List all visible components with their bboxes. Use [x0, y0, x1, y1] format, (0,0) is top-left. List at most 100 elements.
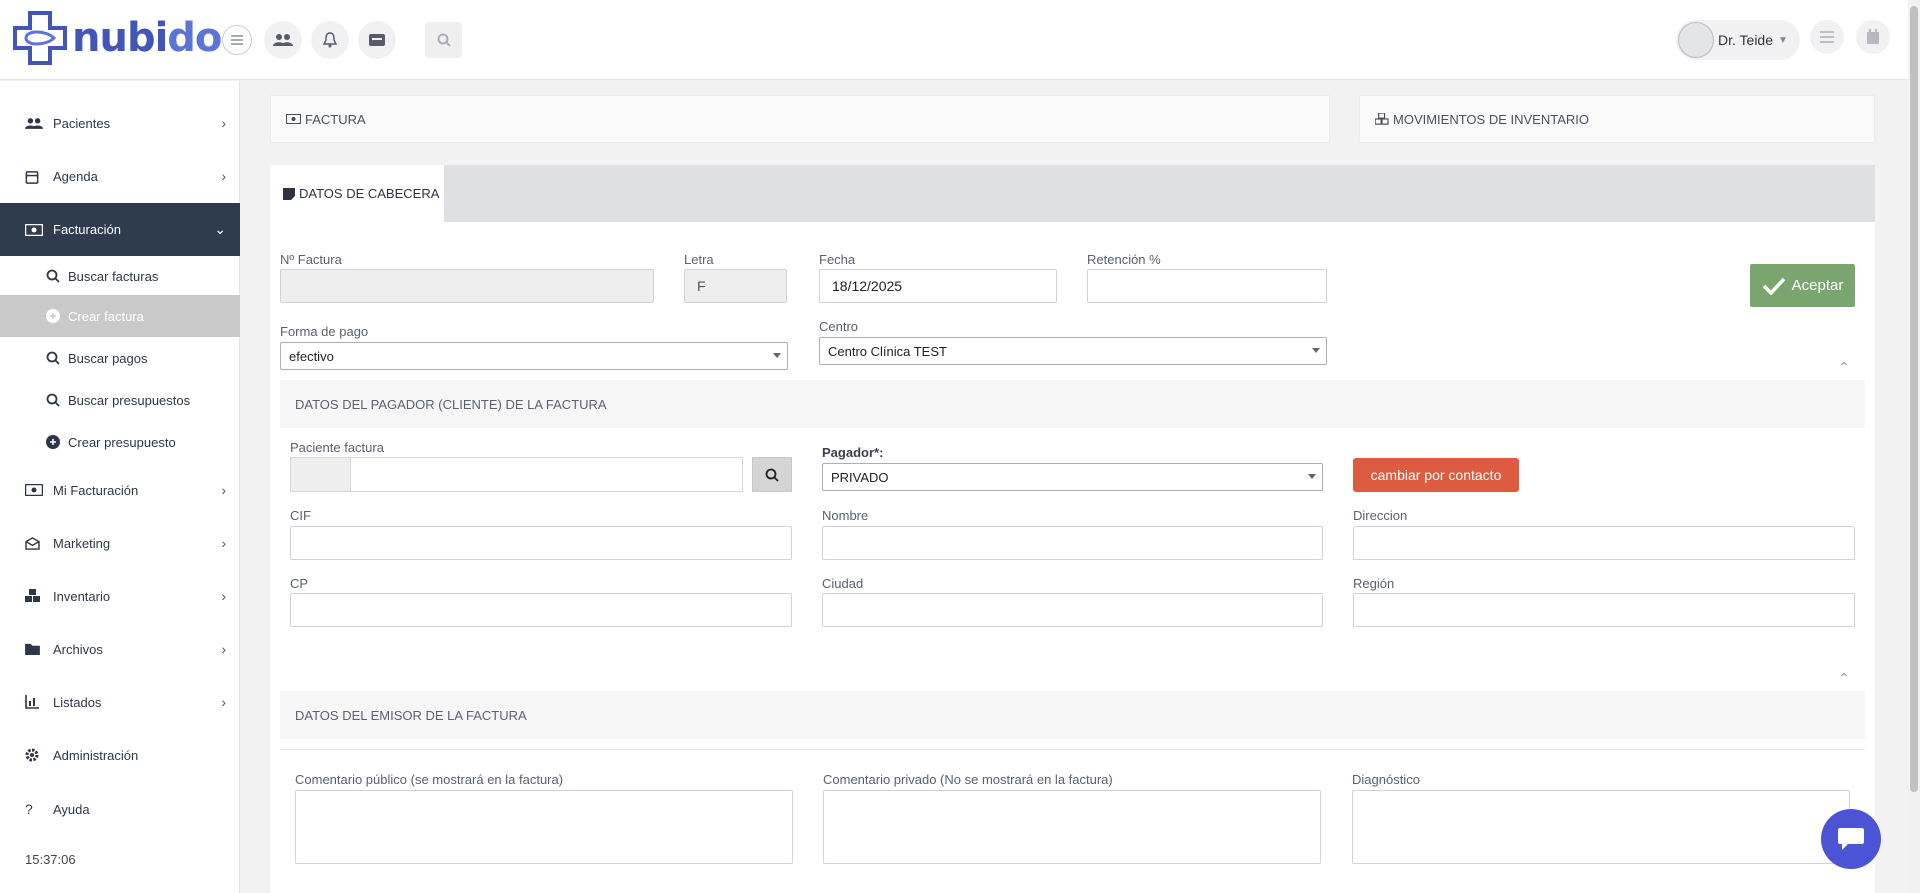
- clock: 15:37:06: [25, 852, 76, 867]
- comentario-privado-textarea[interactable]: [823, 790, 1321, 864]
- sidebar-item-label: Listados: [53, 694, 102, 710]
- comentario-publico-textarea[interactable]: [295, 790, 793, 864]
- chat-button[interactable]: [1821, 809, 1881, 869]
- sidebar-item-agenda[interactable]: Agenda ›: [0, 151, 240, 201]
- sidebar-item-label: Administración: [53, 747, 139, 763]
- region-label: Región: [1353, 576, 1395, 591]
- retencion-label: Retención %: [1087, 252, 1161, 267]
- emisor-section-title: DATOS DEL EMISOR DE LA FACTURA: [295, 707, 527, 723]
- cubes-icon: [1375, 113, 1389, 125]
- letra-input[interactable]: F: [684, 269, 787, 303]
- sidebar-item-inventario[interactable]: Inventario ›: [0, 571, 240, 621]
- sidebar-subitem-label: Crear factura: [68, 308, 144, 324]
- sidebar-subitem-crear-factura[interactable]: Crear factura: [0, 295, 240, 337]
- sidebar-subitem-buscar-pagos[interactable]: Buscar pagos: [0, 337, 240, 379]
- fecha-input[interactable]: 18/12/2025: [819, 269, 1057, 303]
- sidebar-item-ayuda[interactable]: ? Ayuda: [0, 784, 240, 834]
- centro-select[interactable]: Centro Clínica TEST: [819, 337, 1327, 365]
- chevron-down-icon: ▼: [1778, 34, 1788, 46]
- gear-icon: [25, 748, 45, 762]
- search-icon: [46, 351, 62, 365]
- direccion-input[interactable]: [1353, 526, 1855, 560]
- scrollbar[interactable]: [1908, 0, 1920, 893]
- plus-circle-icon: [46, 435, 62, 449]
- diagnostico-label: Diagnóstico: [1352, 772, 1420, 787]
- pagador-value: PRIVADO: [831, 469, 889, 485]
- sidebar-item-label: Ayuda: [53, 801, 90, 817]
- factura-panel: FACTURA: [270, 95, 1330, 143]
- sidebar-item-label: Agenda: [53, 168, 98, 184]
- pagador-select[interactable]: PRIVADO: [822, 463, 1323, 491]
- patients-header-button[interactable]: [264, 21, 302, 59]
- forma-pago-value: efectivo: [289, 348, 334, 364]
- tab-datos-cabecera[interactable]: DATOS DE CABECERA: [270, 165, 444, 222]
- sidebar-subitem-buscar-facturas[interactable]: Buscar facturas: [0, 255, 240, 297]
- sidebar-item-archivos[interactable]: Archivos ›: [0, 624, 240, 674]
- sidebar: Pacientes › Agenda › Facturación ⌄ Busca…: [0, 81, 240, 893]
- dropdown-arrow-icon: [1312, 348, 1320, 353]
- options-button[interactable]: [1810, 20, 1844, 54]
- paciente-name-field[interactable]: [350, 457, 743, 492]
- pagador-section-title: DATOS DEL PAGADOR (CLIENTE) DE LA FACTUR…: [295, 396, 607, 412]
- paciente-search-button[interactable]: [752, 457, 792, 492]
- calendar-icon: [1867, 29, 1879, 44]
- nubidoc-logo[interactable]: nubidoc: [12, 10, 245, 66]
- sidebar-subitem-label: Crear presupuesto: [68, 434, 176, 450]
- notifications-button[interactable]: [311, 21, 349, 59]
- nombre-input[interactable]: [822, 526, 1323, 560]
- chevron-down-icon: ⌄: [214, 221, 226, 237]
- messages-button[interactable]: [358, 21, 396, 59]
- sidebar-subitem-label: Buscar facturas: [68, 268, 159, 284]
- sidebar-subitem-crear-presupuesto[interactable]: Crear presupuesto: [0, 421, 240, 463]
- region-input[interactable]: [1353, 593, 1855, 627]
- dropdown-arrow-icon: [773, 353, 781, 358]
- movimientos-panel-title: MOVIMIENTOS DE INVENTARIO: [1393, 111, 1589, 127]
- num-factura-input[interactable]: [280, 269, 654, 303]
- sidebar-subitem-buscar-presupuestos[interactable]: Buscar presupuestos: [0, 379, 240, 421]
- money-icon: [25, 484, 45, 496]
- paciente-factura-label: Paciente factura: [290, 440, 384, 455]
- cif-input[interactable]: [290, 526, 792, 560]
- movimientos-panel: MOVIMIENTOS DE INVENTARIO: [1359, 95, 1875, 143]
- sidebar-item-listados[interactable]: Listados ›: [0, 677, 240, 727]
- users-icon: [25, 117, 45, 130]
- tab-bar: DATOS DE CABECERA: [270, 165, 1875, 222]
- ciudad-input[interactable]: [822, 593, 1323, 627]
- paciente-id-field[interactable]: [290, 457, 351, 492]
- forma-pago-select[interactable]: efectivo: [280, 342, 788, 370]
- aceptar-label: Aceptar: [1791, 277, 1844, 294]
- num-factura-label: Nº Factura: [280, 252, 342, 267]
- retencion-input[interactable]: [1087, 269, 1327, 303]
- chart-icon: [25, 695, 45, 709]
- sidebar-item-facturacion[interactable]: Facturación ⌄: [0, 203, 240, 256]
- sidebar-item-pacientes[interactable]: Pacientes ›: [0, 98, 240, 148]
- emisor-section-header: DATOS DEL EMISOR DE LA FACTURA: [280, 691, 1865, 739]
- calendar-header-button[interactable]: [1856, 20, 1890, 54]
- user-menu[interactable]: Dr. Teide ▼: [1676, 20, 1800, 60]
- folder-icon: [25, 643, 45, 655]
- ciudad-label: Ciudad: [822, 576, 864, 591]
- diagnostico-textarea[interactable]: [1352, 790, 1850, 864]
- cif-label: CIF: [290, 508, 311, 523]
- sidebar-item-administracion[interactable]: Administración: [0, 730, 240, 780]
- sidebar-item-mi-facturacion[interactable]: Mi Facturación ›: [0, 465, 240, 515]
- aceptar-button[interactable]: Aceptar: [1750, 264, 1855, 307]
- logo-text: nubidoc: [72, 15, 245, 61]
- sidebar-toggle-button[interactable]: [222, 25, 252, 55]
- forma-pago-label: Forma de pago: [280, 324, 369, 339]
- cp-input[interactable]: [290, 593, 792, 627]
- header-search-button[interactable]: [425, 22, 462, 58]
- cambiar-por-contacto-button[interactable]: cambiar por contacto: [1353, 458, 1519, 492]
- sidebar-item-marketing[interactable]: Marketing ›: [0, 518, 240, 568]
- top-header: nubidoc Dr. Teide ▼: [0, 0, 1908, 80]
- collapse-pagador-icon[interactable]: ⌃: [1838, 359, 1850, 376]
- calendar-icon: [25, 169, 45, 184]
- tab-label: DATOS DE CABECERA: [299, 186, 440, 201]
- scrollbar-thumb[interactable]: [1910, 6, 1918, 792]
- fecha-label: Fecha: [819, 252, 856, 267]
- user-name: Dr. Teide: [1718, 32, 1773, 48]
- collapse-emisor-icon[interactable]: ⌃: [1838, 670, 1850, 687]
- money-icon: [286, 114, 301, 124]
- chevron-right-icon: ›: [221, 694, 226, 710]
- card-icon: [369, 34, 385, 46]
